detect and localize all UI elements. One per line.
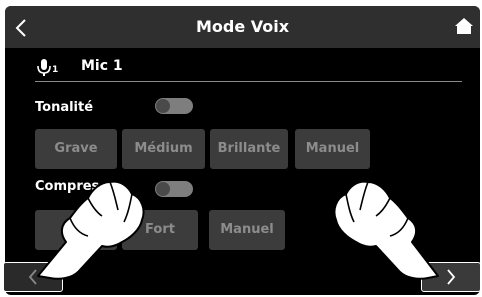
channel-header: 1 Mic 1 <box>35 57 462 82</box>
channel-index: 1 <box>52 65 59 75</box>
tone-option-medium[interactable]: Médium <box>122 129 205 169</box>
title-bar: Mode Voix <box>5 6 480 48</box>
toggle-knob <box>156 99 170 113</box>
pointing-hand-right-icon <box>333 180 439 280</box>
channel-name: Mic 1 <box>81 58 123 74</box>
pointing-hand-left-icon <box>37 180 145 280</box>
tone-label: Tonalité <box>35 100 94 115</box>
home-button[interactable] <box>442 6 480 48</box>
tone-option-grave[interactable]: Grave <box>35 129 117 169</box>
page-title: Mode Voix <box>195 17 290 36</box>
compressor-option-manuel[interactable]: Manuel <box>209 210 285 250</box>
home-icon <box>455 18 473 34</box>
tone-toggle[interactable] <box>155 98 193 114</box>
microphone-icon <box>37 59 51 76</box>
tone-option-brillante[interactable]: Brillante <box>210 129 288 169</box>
tone-option-manuel[interactable]: Manuel <box>295 129 370 169</box>
